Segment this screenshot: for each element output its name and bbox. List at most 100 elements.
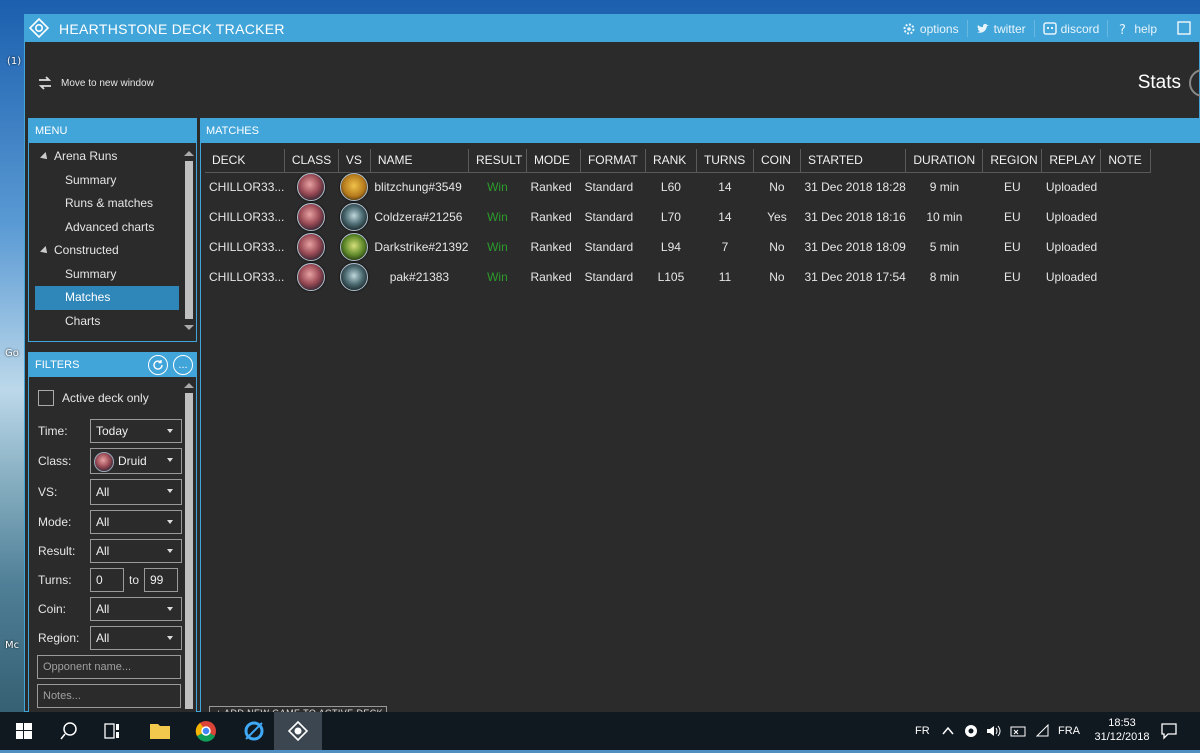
duration-cell: 10 min: [926, 210, 963, 224]
keyboard-layout-indicator[interactable]: FR: [915, 712, 930, 750]
col-vs[interactable]: VS: [338, 149, 371, 173]
options-link[interactable]: options: [894, 20, 967, 37]
col-region[interactable]: REGION: [982, 149, 1043, 173]
col-started[interactable]: STARTED: [800, 149, 907, 173]
table-row[interactable]: CHILLOR33... blitzchung#3549 Win Ranked …: [205, 172, 1151, 202]
search-icon: [60, 722, 77, 740]
region-dropdown[interactable]: All: [90, 626, 182, 650]
col-replay[interactable]: REPLAY: [1041, 149, 1102, 173]
col-name[interactable]: NAME: [370, 149, 469, 173]
more-options-button[interactable]: ...: [173, 355, 193, 375]
vs-filter-row: VS: All: [38, 479, 182, 505]
note-cell: [1101, 172, 1151, 202]
scrollbar-thumb[interactable]: [185, 161, 193, 319]
menu-group-constructed[interactable]: Constructed: [29, 239, 179, 263]
menu-group-arena-runs[interactable]: Arena Runs: [29, 145, 179, 169]
language-indicator[interactable]: FRA: [1058, 712, 1080, 750]
help-link[interactable]: ? help: [1107, 20, 1165, 37]
notifications-icon[interactable]: [1160, 722, 1178, 740]
coin-dropdown[interactable]: All: [90, 597, 182, 621]
table-row[interactable]: CHILLOR33... Darkstrike#21392 Win Ranked…: [205, 232, 1151, 262]
vs-cell: [338, 262, 370, 292]
stats-round-button[interactable]: [1189, 69, 1200, 97]
table-row[interactable]: CHILLOR33... pak#21383 Win Ranked Standa…: [205, 262, 1151, 292]
time-dropdown[interactable]: Today: [90, 419, 182, 443]
menu-scrollbar[interactable]: [183, 151, 194, 337]
mode-filter-row: Mode: All: [38, 510, 182, 534]
name-cell: Darkstrike#21392: [374, 240, 469, 254]
table-row[interactable]: CHILLOR33... Coldzera#21256 Win Ranked S…: [205, 202, 1151, 232]
refresh-button[interactable]: [148, 355, 168, 375]
col-format[interactable]: FORMAT: [580, 149, 646, 173]
file-explorer-button[interactable]: [136, 712, 184, 750]
col-class[interactable]: CLASS: [284, 149, 339, 173]
shaman-class-icon: [340, 173, 369, 202]
col-note[interactable]: NOTE: [1100, 149, 1152, 173]
network-icon[interactable]: [1010, 724, 1028, 738]
notes-input[interactable]: Notes...: [37, 684, 181, 708]
maximize-icon[interactable]: [1177, 21, 1191, 35]
rogue-class-icon: [340, 263, 369, 291]
svg-text:?: ?: [1119, 23, 1126, 36]
active-deck-checkbox[interactable]: [38, 390, 54, 406]
rogue-class-icon: [340, 203, 369, 231]
hdt-taskbar-button[interactable]: [274, 712, 322, 750]
menu-item-constructed-summary[interactable]: Summary: [29, 263, 179, 287]
result-cell: Win: [487, 180, 508, 195]
turns-cell: 14: [718, 180, 732, 195]
start-button[interactable]: [0, 712, 48, 750]
opponent-name-input[interactable]: Opponent name...: [37, 655, 181, 679]
format-cell: Standard: [584, 240, 634, 254]
col-coin[interactable]: COIN: [753, 149, 801, 173]
col-mode[interactable]: MODE: [526, 149, 581, 173]
move-to-new-window-button[interactable]: Move to new window: [37, 75, 154, 91]
scroll-up-icon[interactable]: [184, 383, 194, 388]
menu-item-arena-summary[interactable]: Summary: [29, 169, 179, 193]
chevron-up-icon[interactable]: [942, 725, 954, 737]
vs-label: VS:: [38, 485, 58, 499]
mode-dropdown[interactable]: All: [90, 510, 182, 534]
replay-cell: Uploaded: [1045, 180, 1098, 195]
time-label: Time:: [38, 424, 68, 438]
vs-dropdown[interactable]: All: [90, 479, 182, 505]
clock[interactable]: 18:53 31/12/2018: [1094, 712, 1150, 750]
menu-item-runs-matches[interactable]: Runs & matches: [29, 192, 179, 216]
class-cell: [284, 262, 338, 292]
clock-date: 31/12/2018: [1094, 731, 1150, 743]
steelseries-icon[interactable]: [964, 724, 978, 738]
time-filter-row: Time: Today: [38, 419, 182, 443]
col-deck[interactable]: DECK: [205, 149, 285, 173]
menu-item-charts[interactable]: Charts: [29, 310, 179, 334]
scrollbar-thumb[interactable]: [185, 393, 193, 709]
chrome-button[interactable]: [182, 712, 230, 750]
rank-cell: L105: [657, 270, 685, 284]
discord-link[interactable]: discord: [1033, 20, 1108, 37]
battlenet-button[interactable]: [230, 712, 278, 750]
col-duration[interactable]: DURATION: [905, 149, 984, 173]
duration-cell: 8 min: [929, 270, 960, 284]
volume-icon[interactable]: [986, 724, 1002, 738]
filters-scrollbar[interactable]: [183, 383, 194, 709]
col-result[interactable]: RESULT: [468, 149, 527, 173]
turns-min-input[interactable]: 0: [90, 568, 124, 592]
replay-cell: Uploaded: [1045, 240, 1098, 254]
wifi-icon[interactable]: [1036, 724, 1050, 738]
scroll-up-icon[interactable]: [184, 151, 194, 156]
menu-item-matches[interactable]: Matches: [35, 286, 179, 310]
search-button[interactable]: [44, 712, 92, 750]
replay-cell: Uploaded: [1045, 270, 1098, 284]
twitter-label: twitter: [993, 21, 1026, 36]
turns-max-input[interactable]: 99: [144, 568, 178, 592]
col-turns[interactable]: TURNS: [696, 149, 754, 173]
class-dropdown[interactable]: Druid: [90, 448, 182, 474]
task-view-button[interactable]: [88, 712, 136, 750]
menu-item-advanced-charts[interactable]: Advanced charts: [29, 216, 179, 240]
col-rank[interactable]: RANK: [645, 149, 697, 173]
class-cell: [284, 232, 338, 262]
region-label: Region:: [38, 631, 80, 645]
app-logo-icon: [29, 18, 49, 38]
result-dropdown[interactable]: All: [90, 539, 182, 563]
mode-cell: Ranked: [530, 210, 572, 224]
scroll-down-icon[interactable]: [184, 325, 194, 330]
twitter-link[interactable]: twitter: [966, 20, 1034, 37]
